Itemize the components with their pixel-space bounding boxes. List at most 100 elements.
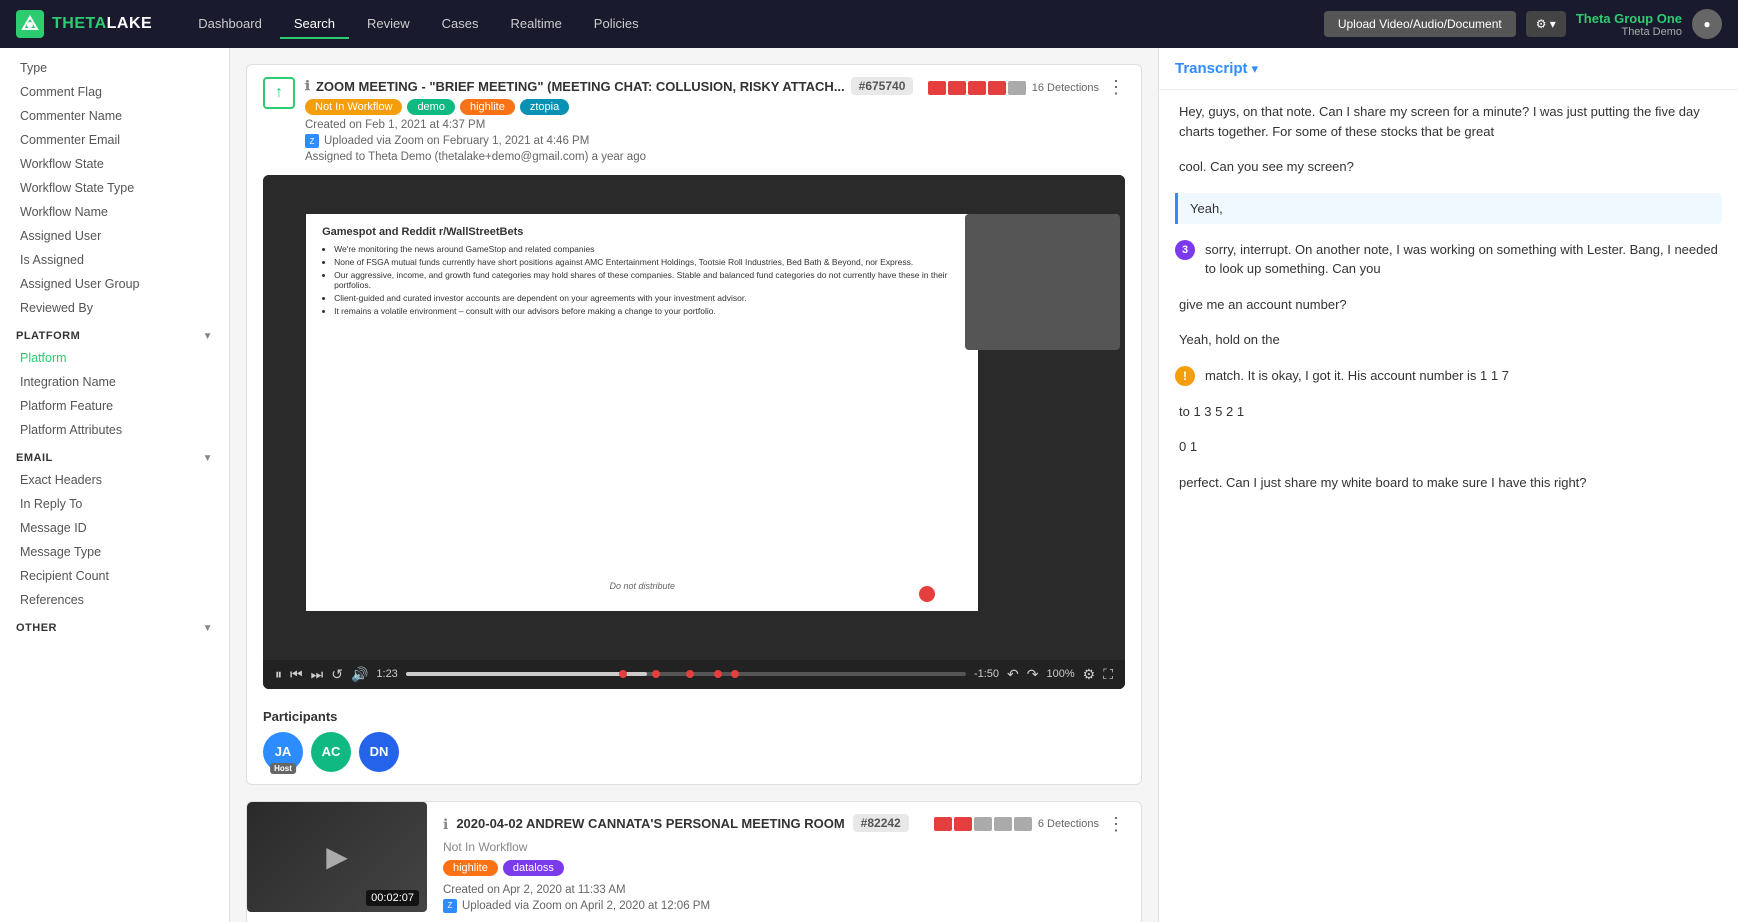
sidebar-item-type[interactable]: Type [0,56,229,80]
nav-policies[interactable]: Policies [580,10,653,39]
platform-chevron: ▼ [203,331,213,342]
tag-not-in-workflow[interactable]: Not In Workflow [305,99,402,115]
tag-dataloss[interactable]: dataloss [503,860,564,876]
card-1-title-area: ℹ ZOOM MEETING - "BRIEF MEETING" (MEETIN… [305,77,918,163]
platform-section-label: PLATFORM [16,330,80,342]
more-options-button[interactable]: ⋮ [1107,77,1125,98]
settings-button[interactable]: ⚙ ▾ [1526,11,1566,37]
det-block-1 [928,81,946,95]
tag-highlite-2[interactable]: highlite [443,860,498,876]
card-1-id: #675740 [851,77,914,95]
thumbnail-duration: 00:02:07 [366,890,419,906]
bullet-1: We're monitoring the news around GameSto… [334,244,962,254]
sidebar-item-references[interactable]: References [0,588,229,612]
nav-realtime[interactable]: Realtime [497,10,576,39]
tag-ztopia[interactable]: ztopia [520,99,569,115]
transcript-text-7: to 1 3 5 2 1 [1175,402,1722,422]
transcript-header: Transcript ▾ [1159,48,1738,90]
nav-search[interactable]: Search [280,10,349,39]
user-name: Theta Group One [1576,11,1682,26]
bullet-3: Our aggressive, income, and growth fund … [334,270,962,290]
play-pause-button[interactable]: ⏸ [275,666,282,683]
nav-dashboard[interactable]: Dashboard [184,10,276,39]
email-section-label: EMAIL [16,452,53,464]
loop-button[interactable]: ↺ [331,666,343,683]
fast-forward-button[interactable]: ↷ [1027,666,1039,683]
sidebar-item-commenter-email[interactable]: Commenter Email [0,128,229,152]
user-avatar: ● [1692,9,1722,39]
video-container: Gamespot and Reddit r/WallStreetBets We'… [263,175,1125,689]
sidebar-item-platform-attributes[interactable]: Platform Attributes [0,418,229,442]
bullet-4: Client-guided and curated investor accou… [334,293,962,303]
card-2-created: Created on Apr 2, 2020 at 11:33 AM [443,884,1125,896]
transcript-dropdown[interactable]: ▾ [1252,61,1259,77]
bullet-2: None of FSGA mutual funds currently have… [334,257,962,267]
det2-block-2 [954,817,972,831]
created-date: Created on Feb 1, 2021 at 4:37 PM [305,119,918,131]
info-icon-2: ℹ [443,816,448,833]
fullscreen-button[interactable]: ⛶ [1103,666,1113,683]
progress-markers [406,670,966,678]
sidebar-item-in-reply-to[interactable]: In Reply To [0,492,229,516]
upload-button[interactable]: Upload Video/Audio/Document [1324,11,1516,37]
card-2-info: ℹ 2020-04-02 ANDREW CANNATA'S PERSONAL M… [427,802,1141,922]
sidebar-item-reviewed-by[interactable]: Reviewed By [0,296,229,320]
sidebar-item-comment-flag[interactable]: Comment Flag [0,80,229,104]
card-1-actions: 16 Detections ⋮ [928,77,1125,98]
assigned-info: Assigned to Theta Demo (thetalake+demo@g… [305,151,918,163]
card-1: ↑ ℹ ZOOM MEETING - "BRIEF MEETING" (MEET… [246,64,1142,785]
sidebar-item-workflow-state-type[interactable]: Workflow State Type [0,176,229,200]
info-icon: ℹ [305,78,310,94]
video-controls: ⏸ ⏮ ⏭ ↺ 🔊 1:23 [263,660,1125,689]
card-2-detections: 6 Detections [934,817,1099,831]
sidebar-item-platform-feature[interactable]: Platform Feature [0,394,229,418]
main-layout: Type Comment Flag Commenter Name Comment… [0,48,1738,922]
zoom-icon-2: Z [443,899,457,913]
detections-badge: 16 Detections [928,81,1099,95]
sidebar-item-assigned-user[interactable]: Assigned User [0,224,229,248]
sidebar-item-recipient-count[interactable]: Recipient Count [0,564,229,588]
skip-back-button[interactable]: ⏮ [290,666,303,683]
logo-icon [16,10,44,38]
sidebar-item-workflow-state[interactable]: Workflow State [0,152,229,176]
logo-text: THETALAKE [52,15,152,33]
transcript-text-1: cool. Can you see my screen? [1175,157,1722,177]
transcript-entry-6: ! match. It is okay, I got it. His accou… [1175,366,1722,386]
tag-demo[interactable]: demo [407,99,455,115]
rewind-button[interactable]: ↶ [1007,666,1019,683]
settings-video-button[interactable]: ⚙ [1083,666,1096,683]
tag-highlite[interactable]: highlite [460,99,515,115]
sidebar-item-exact-headers[interactable]: Exact Headers [0,468,229,492]
card-2: ▶ 00:02:07 ℹ 2020-04-02 ANDREW CANNATA'S… [246,801,1142,922]
sidebar-section-other[interactable]: OTHER ▼ [0,612,229,638]
zoom-icon: Z [305,134,319,148]
nav-cases[interactable]: Cases [428,10,493,39]
sidebar-item-is-assigned[interactable]: Is Assigned [0,248,229,272]
other-section-label: OTHER [16,622,57,634]
slide-bullets: We're monitoring the news around GameSto… [322,244,962,319]
nav-review[interactable]: Review [353,10,424,39]
sidebar-item-message-id[interactable]: Message ID [0,516,229,540]
det2-block-3 [974,817,992,831]
transcript-entry-5: Yeah, hold on the [1175,330,1722,350]
card-2-header-row: ℹ 2020-04-02 ANDREW CANNATA'S PERSONAL M… [443,814,1125,835]
card-2-more-button[interactable]: ⋮ [1107,814,1125,835]
volume-button[interactable]: 🔊 [351,666,368,683]
sidebar-item-workflow-name[interactable]: Workflow Name [0,200,229,224]
transcript-entry-9: perfect. Can I just share my white board… [1175,473,1722,493]
progress-bar[interactable] [406,672,966,676]
sidebar-item-integration-name[interactable]: Integration Name [0,370,229,394]
email-chevron: ▼ [203,453,213,464]
transcript-entry-3: 3 sorry, interrupt. On another note, I w… [1175,240,1722,279]
sidebar-item-assigned-user-group[interactable]: Assigned User Group [0,272,229,296]
skip-forward-button[interactable]: ⏭ [311,666,324,683]
marker-2 [652,670,660,678]
sidebar-item-commenter-name[interactable]: Commenter Name [0,104,229,128]
transcript-content: Hey, guys, on that note. Can I share my … [1159,90,1738,922]
sidebar-item-platform[interactable]: Platform [0,346,229,370]
user-info: Theta Group One Theta Demo [1576,11,1682,38]
sidebar-section-email[interactable]: EMAIL ▼ [0,442,229,468]
sidebar-item-message-type[interactable]: Message Type [0,540,229,564]
sidebar-section-platform[interactable]: PLATFORM ▼ [0,320,229,346]
det2-block-4 [994,817,1012,831]
